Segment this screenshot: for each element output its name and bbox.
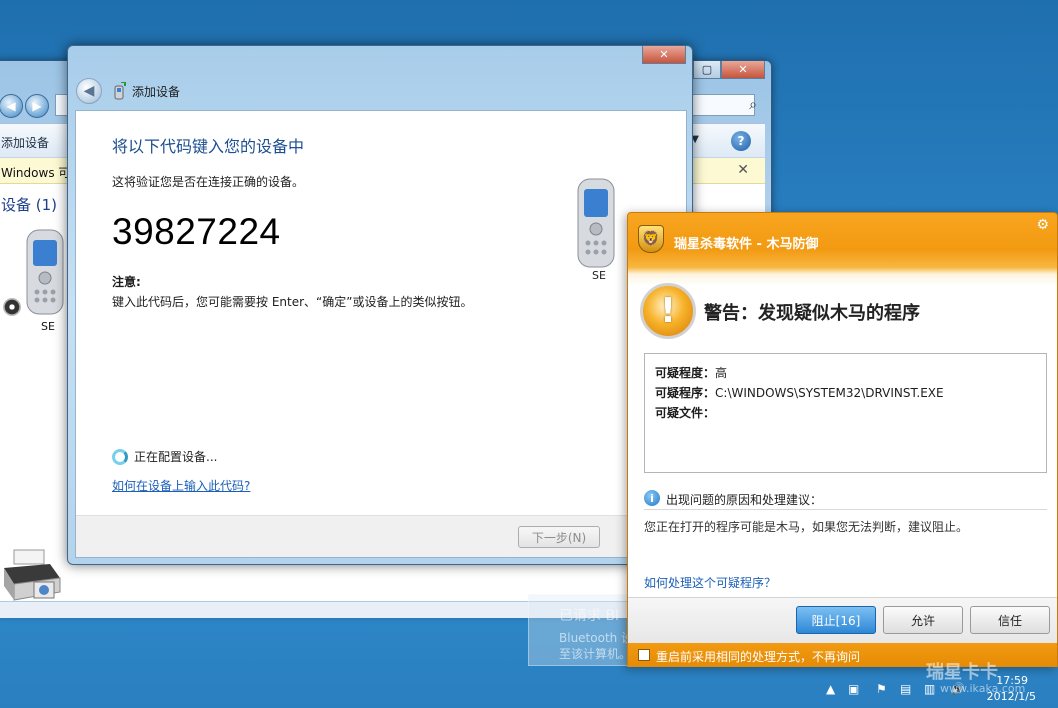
note-label: 注意: — [112, 275, 141, 289]
printer-icon[interactable] — [0, 548, 62, 604]
detail-value: 高 — [715, 366, 728, 380]
reason-text: 您正在打开的程序可能是木马，如果您无法判断，建议阻止。 — [644, 520, 969, 534]
bluetooth-status-icon — [3, 298, 21, 316]
allow-button[interactable]: 允许 — [883, 606, 963, 634]
help-icon[interactable]: ? — [731, 131, 751, 151]
device-label: SE — [592, 269, 606, 282]
detail-row-file: 可疑文件： — [655, 404, 715, 421]
wizard-title: 添加设备 — [132, 85, 181, 99]
how-to-handle-link[interactable]: 如何处理这个可疑程序？ — [644, 574, 776, 591]
forward-icon[interactable]: ▶ — [25, 94, 49, 118]
detail-row-program: 可疑程序：C:\WINDOWS\SYSTEM32\DRVINST.EXE — [655, 384, 944, 401]
search-icon[interactable]: ⌕ — [749, 97, 757, 113]
progress-spinner-icon — [112, 449, 128, 465]
ikaka-watermark: 瑞星卡卡 — [926, 662, 998, 683]
notification-line: Bluetooth 设 — [559, 631, 634, 645]
verify-text: 这将验证您是否在连接正确的设备。 — [112, 175, 305, 189]
add-device-wizard: ✕ ◀ 添加设备 将以下代码键入您的设备中 这将验证您是否在连接正确的设备。 3… — [67, 45, 693, 565]
warning-icon: ! — [640, 283, 696, 339]
trust-button[interactable]: 信任 — [970, 606, 1050, 634]
wizard-content: 将以下代码键入您的设备中 这将验证您是否在连接正确的设备。 39827224 注… — [75, 110, 687, 558]
info-icon: i — [644, 490, 660, 506]
wizard-footer: 下一步(N) — [76, 515, 686, 557]
rising-tray-icon[interactable]: ▣ — [848, 682, 859, 696]
configuring-status: 正在配置设备... — [134, 450, 218, 464]
wizard-title-buttons: ✕ — [642, 46, 686, 64]
detail-label: 可疑文件： — [655, 406, 716, 420]
block-button[interactable]: 阻止[16] — [796, 606, 876, 634]
gear-icon[interactable]: ⚙ — [1036, 217, 1049, 233]
page-title: 将以下代码键入您的设备中 — [112, 137, 305, 156]
explorer-close-button[interactable]: ✕ — [721, 61, 765, 79]
notification-title: 已请求 Bl — [559, 608, 619, 624]
maximize-button[interactable]: ▢ — [693, 61, 721, 79]
detail-value: C:\WINDOWS\SYSTEM32\DRVINST.EXE — [715, 386, 944, 400]
pairing-code: 39827224 — [112, 211, 281, 252]
back-arrow-icon[interactable]: ◀ — [76, 78, 102, 104]
wizard-close-button[interactable]: ✕ — [642, 46, 686, 64]
phone-icon — [577, 178, 615, 268]
rising-lion-logo-icon: 🦁 — [638, 225, 664, 253]
help-link[interactable]: 如何在设备上输入此代码? — [112, 477, 250, 494]
action-center-flag-icon[interactable]: ⚑ — [876, 682, 887, 696]
rising-trojan-alert: 🦁 瑞星杀毒软件 - 木马防御 ⚙ ! 警告：发现疑似木马的程序 可疑程度：高 … — [627, 212, 1058, 667]
device-tray-icon[interactable]: ▤ — [900, 682, 911, 696]
note-text: 键入此代码后，您可能需要按 Enter、“确定”或设备上的类似按钮。 — [112, 295, 473, 309]
bluetooth-notification[interactable]: 已请求 Bl Bluetooth 设 至该计算机。 — [528, 594, 638, 666]
warning-title: 警告：发现疑似木马的程序 — [704, 303, 920, 324]
show-hidden-icons-icon[interactable]: ▲ — [826, 682, 835, 696]
add-device-icon — [114, 82, 126, 100]
ikaka-watermark-url: www.ikaka.com — [940, 682, 1026, 695]
next-button[interactable]: 下一步(N) — [518, 526, 600, 548]
reason-header: 出现问题的原因和处理建议： — [666, 493, 823, 507]
detail-label: 可疑程序： — [655, 386, 716, 400]
notification-line: 至该计算机。 — [559, 647, 632, 661]
alert-window-title: 瑞星杀毒软件 - 木马防御 — [674, 237, 819, 252]
threat-detail-box: 可疑程度：高 可疑程序：C:\WINDOWS\SYSTEM32\DRVINST.… — [644, 353, 1047, 473]
explorer-title-buttons: ▢ ✕ — [693, 61, 765, 79]
network-icon[interactable]: ▥ — [924, 682, 935, 696]
divider — [644, 509, 1047, 510]
back-icon[interactable]: ◀ — [0, 94, 23, 118]
phone-icon[interactable] — [25, 228, 65, 316]
detail-label: 可疑程度： — [655, 366, 716, 380]
device-label: SE — [41, 320, 55, 333]
remember-label[interactable]: 重启前采用相同的处理方式，不再询问 — [656, 648, 860, 665]
remember-checkbox[interactable] — [638, 649, 650, 661]
device-group-header[interactable]: 设备 (1) — [1, 194, 57, 215]
detail-row-level: 可疑程度：高 — [655, 364, 727, 381]
add-device-command[interactable]: 添加设备 — [1, 134, 49, 151]
action-button-bar: 阻止[16] 允许 信任 — [628, 597, 1057, 643]
close-icon[interactable]: ✕ — [737, 162, 749, 178]
